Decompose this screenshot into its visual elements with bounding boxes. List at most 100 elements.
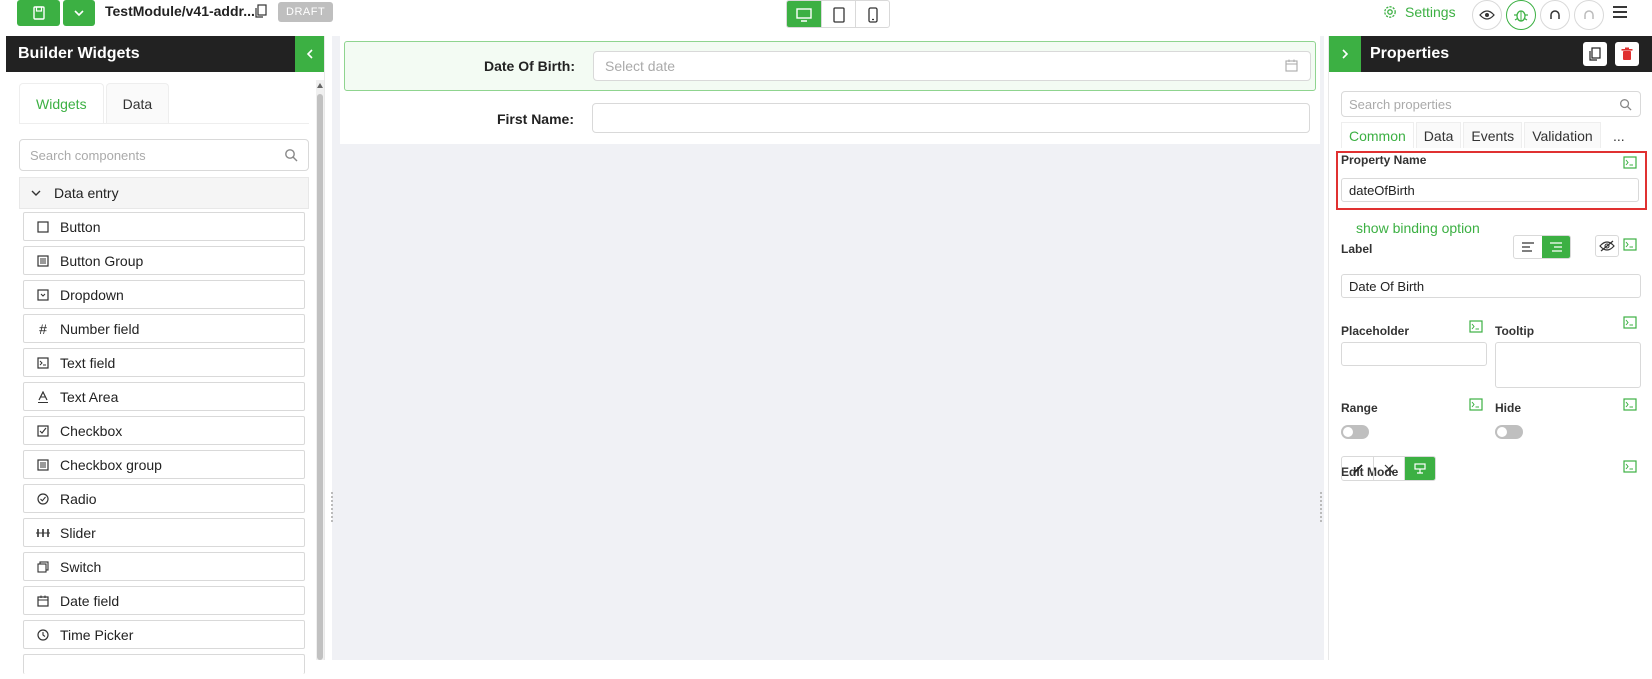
builder-widgets-header: Builder Widgets: [6, 36, 324, 72]
code-editor-icon[interactable]: [1469, 398, 1483, 411]
collapse-panel-button[interactable]: [295, 36, 324, 72]
align-left-button[interactable]: [1514, 236, 1542, 258]
widget-list: Button Button Group Dropdown # Number fi…: [23, 212, 305, 679]
undo-button[interactable]: [1540, 0, 1570, 30]
widget-item[interactable]: Checkbox: [23, 416, 305, 445]
tab-data[interactable]: Data: [1415, 122, 1462, 148]
code-editor-icon[interactable]: [1623, 316, 1637, 329]
preview-button[interactable]: [1472, 0, 1502, 30]
edit-mode-editable-button[interactable]: [1342, 457, 1373, 480]
gear-icon: [1384, 6, 1396, 18]
save-button[interactable]: [17, 0, 60, 26]
redo-button[interactable]: [1574, 0, 1604, 30]
tab-common[interactable]: Common: [1341, 122, 1414, 148]
tablet-view-button[interactable]: [821, 1, 855, 27]
widget-label: Time Picker: [60, 626, 134, 643]
chevron-down-icon: [31, 190, 41, 196]
code-editor-icon[interactable]: [1469, 320, 1483, 333]
scroll-up-icon: [317, 83, 323, 88]
search-placeholder: Search properties: [1349, 96, 1452, 112]
category-label: Data entry: [54, 185, 119, 201]
undo-icon: [1550, 10, 1560, 19]
placeholder-input[interactable]: [1341, 342, 1487, 366]
widget-item[interactable]: Button Group: [23, 246, 305, 275]
properties-panel: Properties Search properties Common Data…: [1328, 36, 1652, 660]
widget-item[interactable]: Dropdown: [23, 280, 305, 309]
right-resize-handle[interactable]: [1320, 492, 1324, 522]
date-picker-input[interactable]: Select date: [593, 51, 1311, 81]
eye-icon: [1479, 10, 1495, 20]
desktop-view-button[interactable]: [787, 1, 821, 27]
scrollbar-thumb[interactable]: [317, 94, 323, 660]
search-properties-input[interactable]: Search properties: [1341, 91, 1641, 117]
widget-label: Button Group: [60, 252, 144, 269]
hide-toggle[interactable]: [1495, 425, 1523, 439]
tooltip-textarea[interactable]: [1495, 342, 1641, 388]
widget-item[interactable]: Text Area: [23, 382, 305, 411]
widget-item[interactable]: [23, 654, 305, 674]
hide-label-button[interactable]: [1595, 235, 1619, 257]
copy-icon[interactable]: [255, 4, 267, 21]
widget-item[interactable]: Checkbox group: [23, 450, 305, 479]
tab-validation[interactable]: Validation: [1524, 122, 1601, 148]
code-editor-icon[interactable]: [1623, 398, 1637, 411]
tab-events[interactable]: Events: [1463, 122, 1523, 148]
widget-item[interactable]: Time Picker: [23, 620, 305, 649]
widget-label: Checkbox group: [60, 456, 162, 473]
tab-divider: [19, 123, 309, 124]
property-name-value: dateOfBirth: [1349, 182, 1415, 198]
left-resize-handle[interactable]: [331, 492, 335, 522]
widget-item[interactable]: Slider: [23, 518, 305, 547]
delete-component-button[interactable]: [1615, 42, 1639, 66]
align-left-icon: [1522, 242, 1534, 252]
builder-widgets-panel: Builder Widgets Widgets Data Search comp…: [6, 36, 325, 674]
widget-item[interactable]: # Number field: [23, 314, 305, 343]
property-name-input[interactable]: dateOfBirth: [1341, 178, 1639, 202]
widget-label: Radio: [60, 490, 97, 507]
more-tabs-button[interactable]: ...: [1613, 128, 1625, 144]
widget-item[interactable]: Switch: [23, 552, 305, 581]
category-data-entry[interactable]: Data entry: [19, 177, 309, 209]
expand-panel-button[interactable]: [1329, 36, 1361, 72]
form-field-first-name[interactable]: First Name:: [344, 94, 1316, 144]
clock-icon: [36, 628, 50, 642]
form-field-date-of-birth[interactable]: Date Of Birth: Select date: [344, 41, 1316, 91]
first-name-input[interactable]: [592, 103, 1310, 133]
debug-button[interactable]: [1506, 0, 1536, 30]
module-title: TestModule/v41-addr...: [105, 3, 255, 19]
search-components-input[interactable]: Search components: [19, 139, 309, 171]
code-editor-icon[interactable]: [1623, 156, 1637, 169]
redo-icon: [1584, 10, 1594, 19]
tab-widgets[interactable]: Widgets: [19, 83, 104, 123]
search-icon: [1620, 99, 1632, 111]
save-options-dropdown[interactable]: [63, 0, 95, 26]
widget-item[interactable]: Date field: [23, 586, 305, 615]
widget-label: Checkbox: [60, 422, 123, 439]
hide-label: Hide: [1495, 401, 1522, 415]
widget-list-scrollbar[interactable]: [316, 80, 324, 660]
settings-button[interactable]: Settings: [1383, 4, 1456, 20]
mobile-icon: [867, 7, 878, 23]
copy-icon: [1589, 47, 1601, 61]
code-editor-icon[interactable]: [1623, 460, 1637, 473]
code-editor-icon[interactable]: [1623, 238, 1637, 251]
show-binding-option-link[interactable]: show binding option: [1356, 220, 1480, 236]
mobile-view-button[interactable]: [855, 1, 889, 27]
widget-item[interactable]: Button: [23, 212, 305, 241]
menu-button[interactable]: [1612, 4, 1628, 23]
align-right-button[interactable]: [1542, 236, 1570, 258]
square-icon: [36, 220, 50, 234]
label-input[interactable]: Date Of Birth: [1341, 274, 1641, 298]
widget-item[interactable]: Radio: [23, 484, 305, 513]
bug-icon: [1514, 10, 1528, 22]
form-container: Date Of Birth: Select date First Name:: [340, 36, 1320, 144]
range-toggle[interactable]: [1341, 425, 1369, 439]
panel-title: Builder Widgets: [18, 45, 140, 62]
widget-item[interactable]: Text field: [23, 348, 305, 377]
panel-title: Properties: [1370, 45, 1450, 62]
copy-component-button[interactable]: [1583, 42, 1607, 66]
checklist-icon: [36, 458, 50, 472]
edit-mode-readonly-button[interactable]: [1373, 457, 1404, 480]
edit-mode-inherit-button[interactable]: [1404, 457, 1435, 480]
tab-data[interactable]: Data: [105, 83, 170, 123]
